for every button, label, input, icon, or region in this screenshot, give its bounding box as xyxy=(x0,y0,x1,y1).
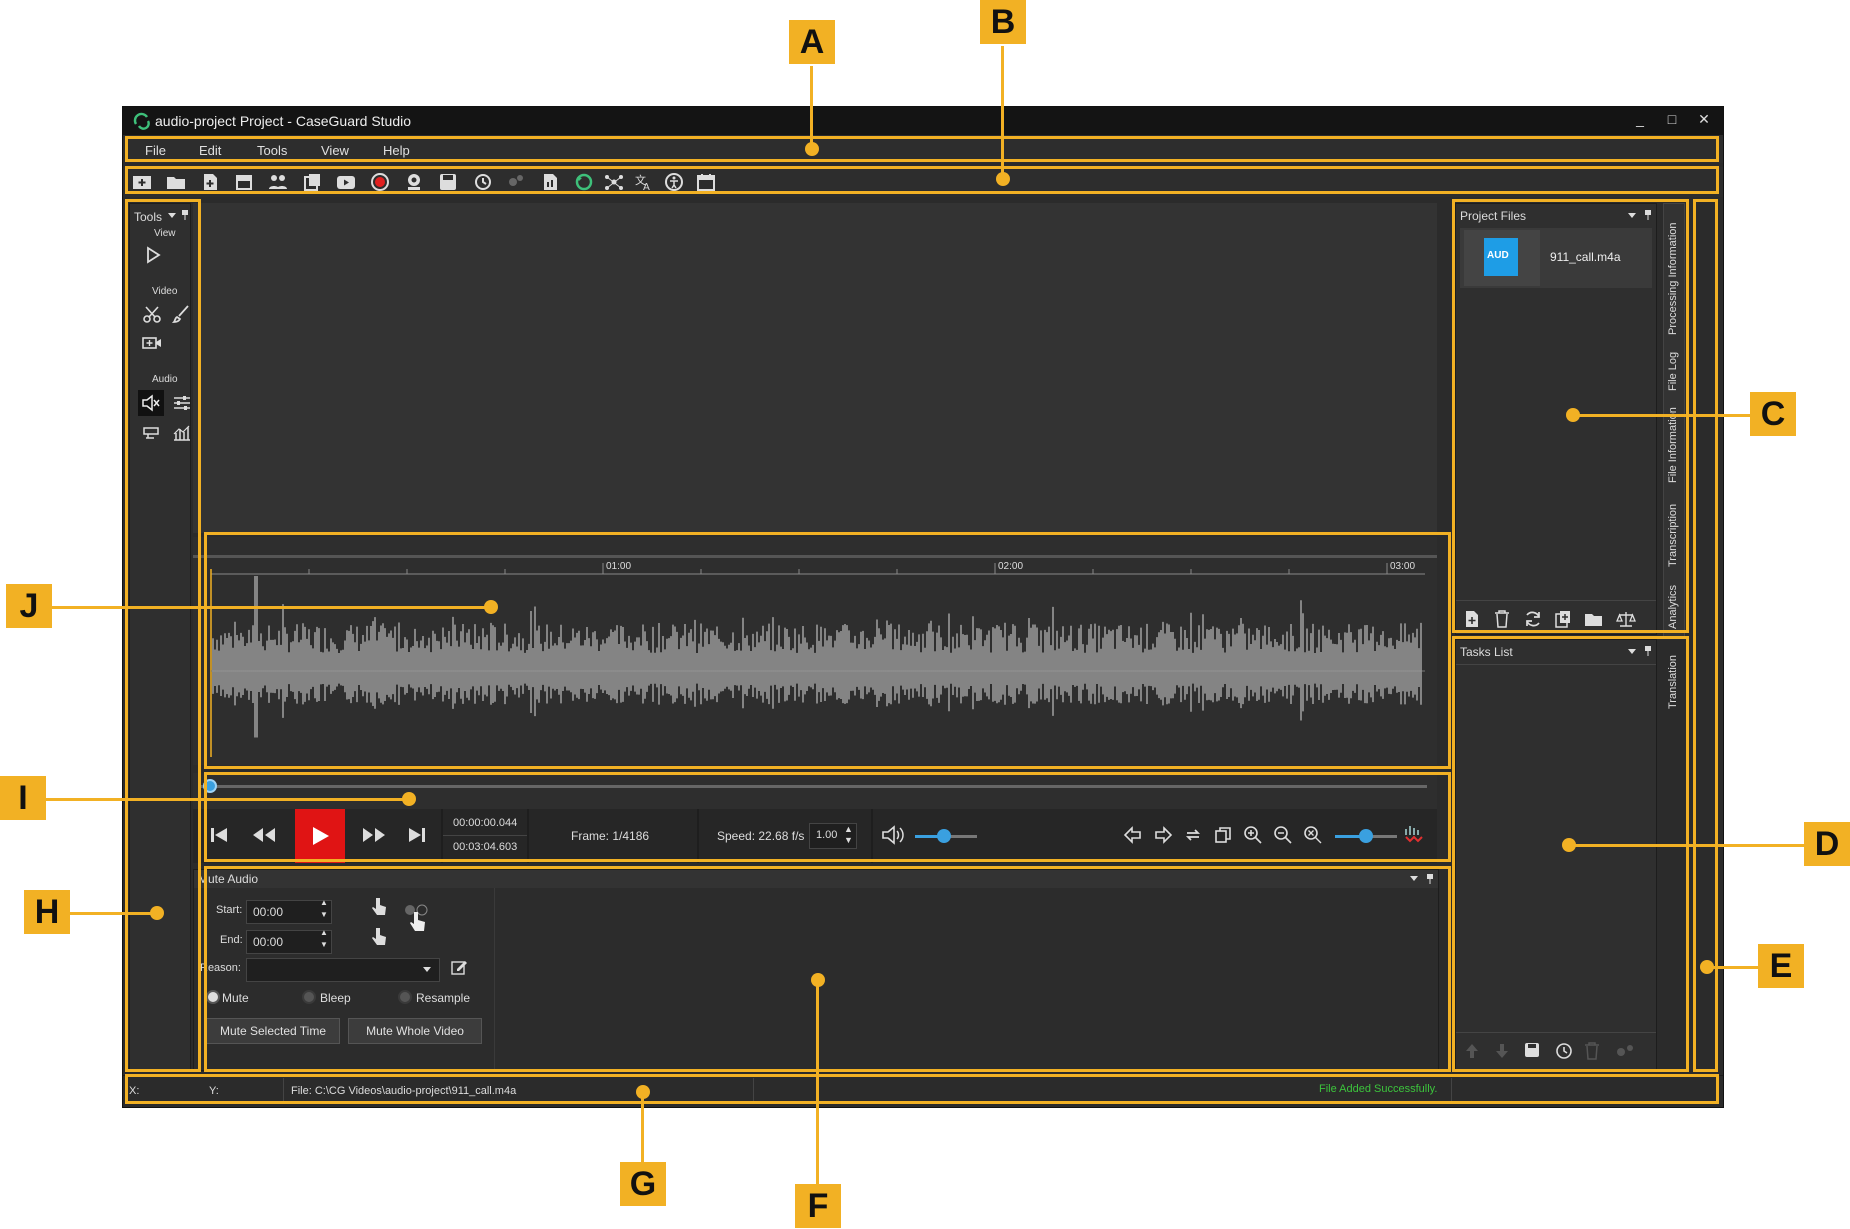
callout-f: F xyxy=(795,1184,841,1228)
callout-j: J xyxy=(6,584,52,628)
highlight-status-bar xyxy=(125,1074,1719,1104)
app-logo-icon xyxy=(133,112,150,130)
highlight-toolbar xyxy=(125,166,1719,194)
window-title: audio-project Project - CaseGuard Studio xyxy=(155,113,412,129)
highlight-side-tabs xyxy=(1693,199,1718,1072)
callout-b: B xyxy=(980,0,1026,44)
title-bar: audio-project Project - CaseGuard Studio… xyxy=(123,107,1723,135)
callout-a: A xyxy=(789,20,835,64)
callout-c: C xyxy=(1750,392,1796,436)
highlight-playback xyxy=(204,772,1451,862)
callout-i: I xyxy=(0,776,46,820)
close-button[interactable]: ✕ xyxy=(1693,111,1715,128)
highlight-mute-audio xyxy=(204,866,1451,1072)
highlight-tools-panel xyxy=(125,199,201,1072)
maximize-button[interactable]: □ xyxy=(1661,111,1683,127)
callout-e: E xyxy=(1758,944,1804,988)
video-preview[interactable] xyxy=(193,203,1437,533)
highlight-menu-bar xyxy=(125,136,1719,162)
callout-h: H xyxy=(24,890,70,934)
highlight-tasks-list xyxy=(1452,636,1689,1072)
highlight-waveform xyxy=(204,532,1451,769)
minimize-button[interactable]: _ xyxy=(1629,111,1651,127)
callout-d: D xyxy=(1804,822,1850,866)
callout-g: G xyxy=(620,1162,666,1206)
